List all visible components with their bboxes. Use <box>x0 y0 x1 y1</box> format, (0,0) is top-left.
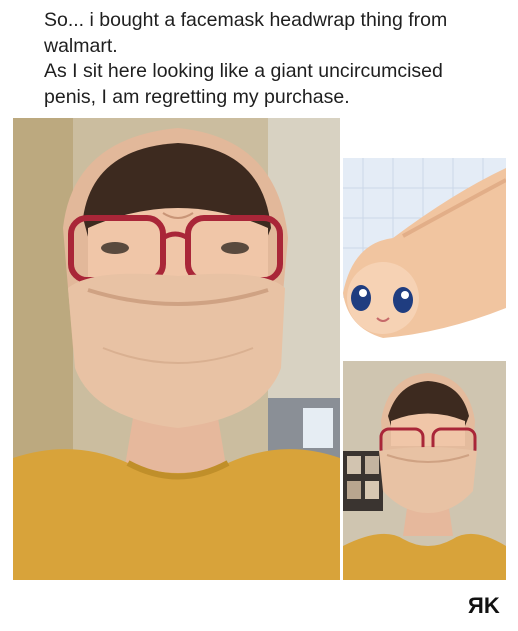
caption-line-3: As I sit here looking like a giant uncir… <box>44 60 443 82</box>
caption-line-4: penis, I am regretting my purchase. <box>44 85 350 108</box>
small-photo-illustration <box>343 361 506 580</box>
small-photo <box>343 361 506 580</box>
main-photo-illustration <box>13 118 340 580</box>
caption-line-2: walmart. <box>44 34 118 57</box>
main-photo <box>13 118 340 580</box>
post-caption: So... i bought a facemask headwrap thing… <box>44 8 474 110</box>
rk-watermark-logo: ЯK <box>468 593 500 617</box>
watermark-text: ЯK <box>468 593 500 617</box>
cartoon-photo <box>343 118 506 358</box>
caption-line-1: So... i bought a facemask headwrap thing… <box>44 9 448 31</box>
cartoon-illustration <box>343 118 506 358</box>
